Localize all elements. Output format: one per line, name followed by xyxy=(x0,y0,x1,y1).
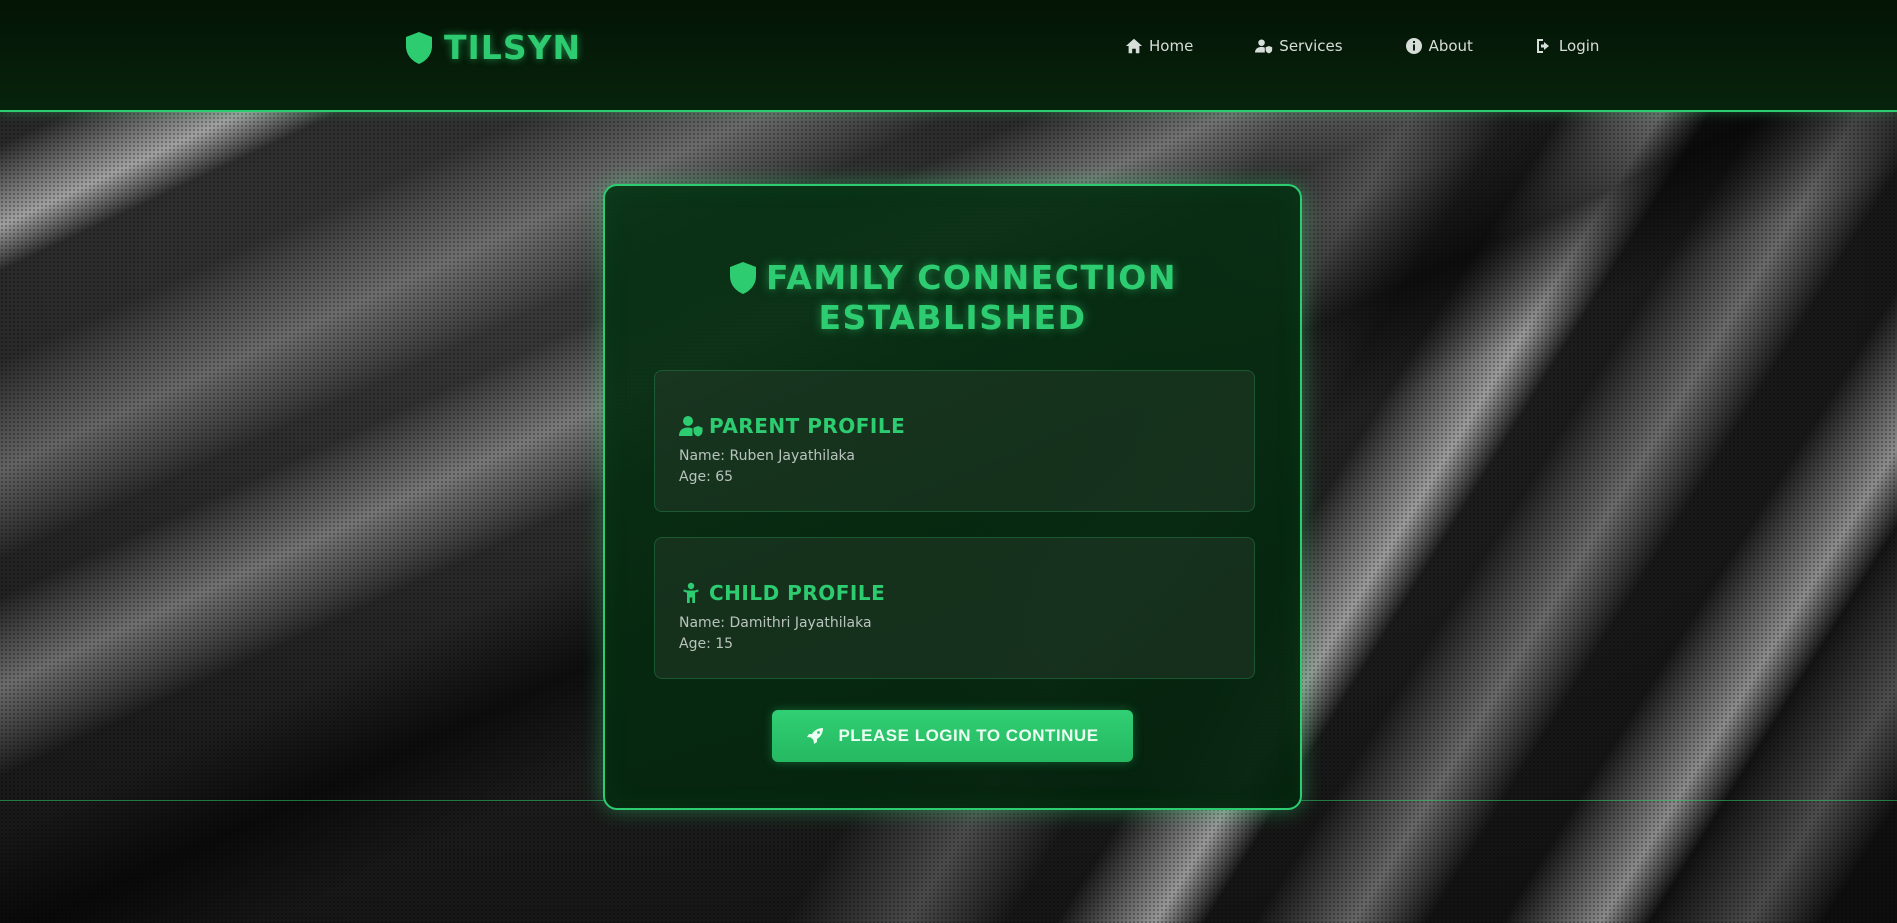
main-nav: Home Services About Login xyxy=(1125,37,1599,55)
nav-about-label: About xyxy=(1428,37,1473,55)
home-icon xyxy=(1125,38,1143,54)
child-profile-panel: CHILD PROFILE Name: Damithri Jayathilaka… xyxy=(654,537,1255,679)
child-age: Age: 15 xyxy=(679,636,734,652)
child-profile-heading: CHILD PROFILE xyxy=(679,581,885,605)
user-shield-icon xyxy=(1255,39,1273,54)
parent-name: Name: Ruben Jayathilaka xyxy=(679,448,855,464)
login-continue-button[interactable]: PLEASE LOGIN TO CONTINUE xyxy=(772,710,1133,762)
user-shield-icon xyxy=(679,416,703,437)
rocket-icon xyxy=(807,728,824,744)
card-title-line1: FAMILY CONNECTION xyxy=(766,258,1177,297)
nav-login-label: Login xyxy=(1558,37,1600,55)
child-profile-title: CHILD PROFILE xyxy=(709,581,886,605)
brand-logo[interactable]: TILSYN xyxy=(404,28,581,67)
shield-icon xyxy=(730,262,757,294)
shield-icon xyxy=(406,31,432,64)
parent-profile-heading: PARENT PROFILE xyxy=(679,414,905,438)
connection-card: FAMILY CONNECTION ESTABLISHED PARENT PRO… xyxy=(603,184,1302,810)
nav-about[interactable]: About xyxy=(1405,37,1473,55)
card-title: FAMILY CONNECTION ESTABLISHED xyxy=(605,258,1300,338)
parent-profile-panel: PARENT PROFILE Name: Ruben Jayathilaka A… xyxy=(654,370,1255,512)
sign-in-icon xyxy=(1536,39,1549,53)
child-name: Name: Damithri Jayathilaka xyxy=(679,615,872,631)
nav-home[interactable]: Home xyxy=(1125,37,1193,55)
card-title-line2: ESTABLISHED xyxy=(818,298,1087,337)
login-continue-label: PLEASE LOGIN TO CONTINUE xyxy=(838,726,1099,745)
nav-services[interactable]: Services xyxy=(1255,37,1343,55)
info-icon xyxy=(1405,38,1422,54)
parent-age: Age: 65 xyxy=(679,469,734,485)
parent-profile-title: PARENT PROFILE xyxy=(709,414,906,438)
top-header: TILSYN Home Services About Login xyxy=(0,0,1897,112)
brand-name: TILSYN xyxy=(444,28,582,67)
nav-login[interactable]: Login xyxy=(1535,37,1599,55)
child-icon xyxy=(683,582,699,603)
nav-services-label: Services xyxy=(1279,37,1343,55)
nav-home-label: Home xyxy=(1149,37,1194,55)
